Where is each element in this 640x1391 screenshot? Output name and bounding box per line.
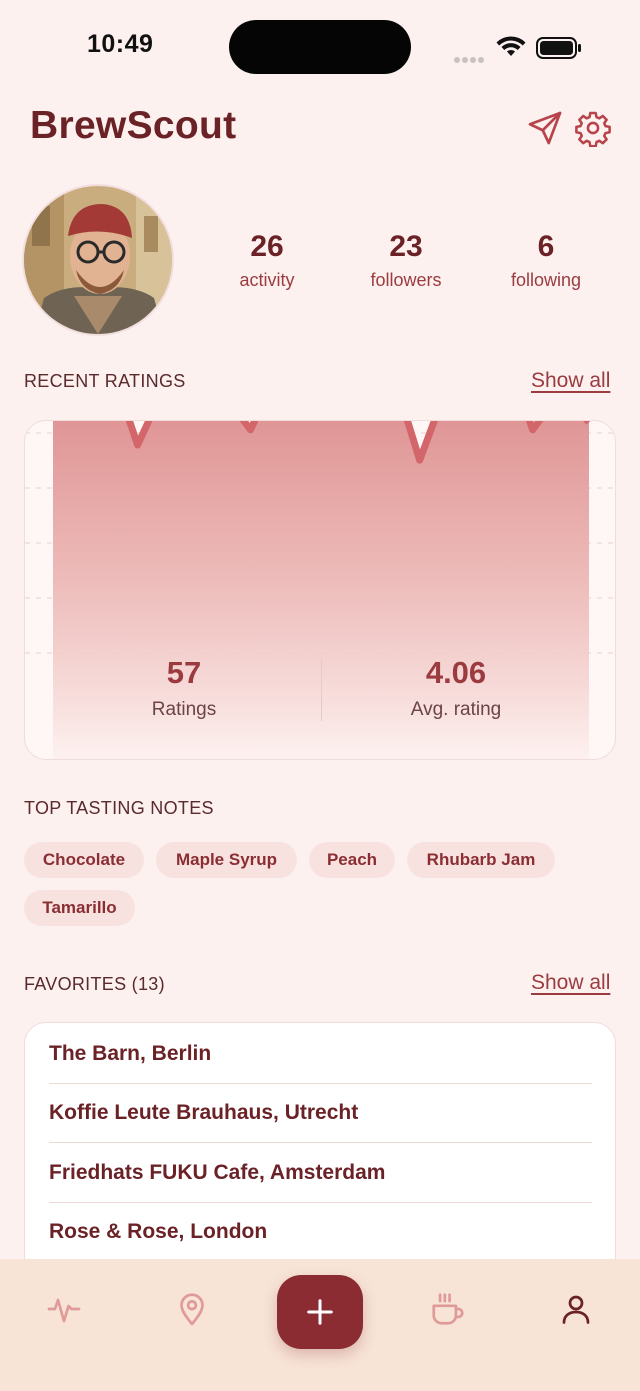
ratings-count-value: 57	[166, 655, 202, 690]
tab-activity[interactable]	[36, 1281, 92, 1337]
tasting-note-chip[interactable]: Peach	[309, 842, 395, 878]
favorites-title: FAVORITES (13)	[24, 974, 165, 994]
stat-value: 26	[250, 230, 284, 263]
status-time: 10:49	[87, 30, 154, 58]
favorites-show-all-link[interactable]: Show all	[531, 971, 610, 995]
stat-label: following	[510, 270, 582, 290]
plus-icon	[307, 1299, 333, 1325]
recent-ratings-title: RECENT RATINGS	[24, 371, 186, 391]
tasting-note-chip[interactable]: Maple Syrup	[156, 842, 297, 878]
avg-rating-value: 4.06	[425, 655, 487, 690]
avatar-photo	[24, 186, 172, 334]
tab-map[interactable]	[164, 1281, 220, 1337]
map-pin-icon	[180, 1293, 204, 1326]
send-button[interactable]	[525, 108, 565, 148]
avg-rating-label: Avg. rating	[410, 699, 502, 720]
add-rating-button[interactable]	[277, 1275, 363, 1349]
battery-icon	[536, 37, 581, 59]
signal-icon	[454, 50, 486, 68]
app-title: BrewScout	[30, 104, 237, 147]
settings-button[interactable]	[573, 108, 613, 148]
stat-label: followers	[370, 270, 442, 290]
stat-following[interactable]: 6 following	[476, 230, 616, 291]
favorite-item[interactable]: The Barn, Berlin	[49, 1024, 592, 1084]
gear-icon	[575, 111, 611, 147]
stat-value: 6	[537, 230, 555, 263]
ratings-chart-card[interactable]: 57 Ratings 4.06 Avg. rating	[24, 420, 616, 760]
favorite-item[interactable]: Koffie Leute Brauhaus, Utrecht	[49, 1083, 592, 1143]
avg-rating-stat: 4.06 Avg. rating	[356, 655, 556, 721]
ratings-show-all-link[interactable]: Show all	[531, 369, 610, 393]
tasting-note-chip[interactable]: Tamarillo	[24, 890, 135, 926]
favorite-item[interactable]: Rose & Rose, London	[49, 1202, 592, 1261]
activity-icon	[47, 1298, 81, 1323]
tasting-notes-title: TOP TASTING NOTES	[24, 798, 214, 818]
chart-stat-divider	[321, 659, 322, 721]
coffee-cup-icon	[432, 1293, 464, 1325]
user-icon	[562, 1295, 590, 1324]
wifi-icon	[496, 36, 526, 56]
status-bar: 10:49	[0, 0, 640, 94]
ratings-count-label: Ratings	[151, 699, 217, 720]
tab-profile[interactable]	[548, 1281, 604, 1337]
stat-followers[interactable]: 23 followers	[336, 230, 476, 291]
dynamic-island	[229, 20, 411, 74]
stat-activity[interactable]: 26 activity	[197, 230, 337, 291]
avatar[interactable]	[24, 186, 172, 334]
tab-coffee[interactable]	[420, 1281, 476, 1337]
tasting-note-chip[interactable]: Rhubarb Jam	[407, 842, 555, 878]
tab-bar	[0, 1259, 640, 1391]
favorite-item[interactable]: Friedhats FUKU Cafe, Amsterdam	[49, 1143, 592, 1203]
ratings-count-stat: 57 Ratings	[84, 655, 284, 721]
tasting-note-chip[interactable]: Chocolate	[24, 842, 144, 878]
stat-label: activity	[239, 270, 295, 290]
stat-value: 23	[389, 230, 423, 263]
send-icon	[528, 111, 562, 145]
